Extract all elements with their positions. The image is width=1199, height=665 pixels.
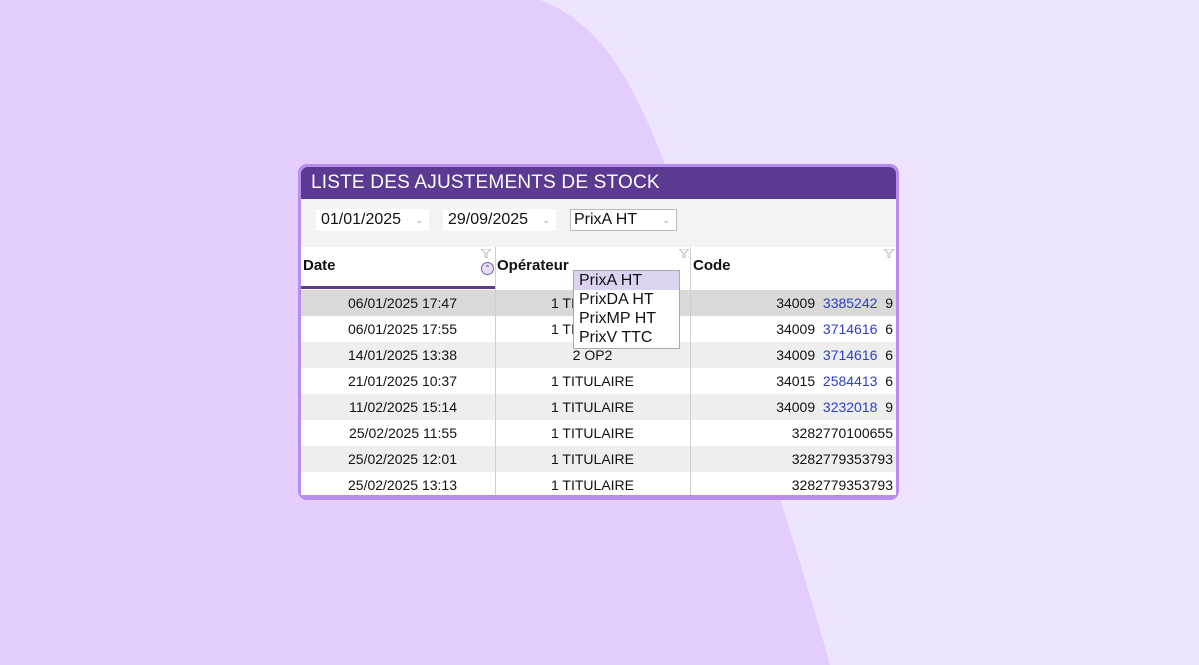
price-option-prixmp-ht[interactable]: PrixMP HT — [574, 309, 679, 328]
column-header-date-label: Date — [303, 257, 336, 274]
code-link[interactable]: 3385242 — [823, 295, 878, 311]
table-row[interactable]: 11/02/2025 15:14 1 TITULAIRE 34009 32320… — [301, 394, 896, 420]
cell-operator: 1 TITULAIRE — [551, 425, 634, 441]
cell-date: 25/02/2025 13:13 — [348, 477, 457, 493]
price-option-prixv-ttc[interactable]: PrixV TTC — [574, 328, 679, 347]
date-to-picker[interactable]: 29/09/2025 ⌄ — [443, 209, 556, 231]
cell-code: 34009 3385242 9 — [776, 295, 893, 311]
column-header-code[interactable]: Code — [691, 247, 896, 289]
table-row[interactable]: 21/01/2025 10:37 1 TITULAIRE 34015 25844… — [301, 368, 896, 394]
table-row[interactable]: 25/02/2025 11:55 1 TITULAIRE 32827701006… — [301, 420, 896, 446]
window-content: 01/01/2025 ⌄ 29/09/2025 ⌄ PrixA HT ⌄ Dat… — [301, 199, 896, 495]
column-divider — [495, 247, 496, 495]
price-type-value: PrixA HT — [574, 211, 638, 228]
price-option-prixda-ht[interactable]: PrixDA HT — [574, 290, 679, 309]
code-link[interactable]: 2584413 — [823, 373, 878, 389]
active-column-indicator — [301, 286, 495, 289]
column-header-code-label: Code — [693, 257, 731, 274]
column-divider — [690, 247, 691, 495]
cell-code: 3282779353793 — [791, 451, 893, 467]
chevron-down-icon: ⌄ — [415, 215, 423, 225]
code-link[interactable]: 3714616 — [823, 347, 878, 363]
price-type-select[interactable]: PrixA HT ⌄ — [570, 209, 677, 231]
cell-operator: 1 TITULAIRE — [551, 399, 634, 415]
filter-icon[interactable] — [884, 249, 894, 258]
cell-date: 21/01/2025 10:37 — [348, 373, 457, 389]
cell-date: 14/01/2025 13:38 — [348, 347, 457, 363]
price-type-dropdown: PrixA HT PrixDA HT PrixMP HT PrixV TTC — [573, 270, 680, 349]
cell-date: 11/02/2025 15:14 — [349, 399, 457, 415]
date-to-value: 29/09/2025 — [448, 211, 529, 228]
cell-operator: 1 TITULAIRE — [551, 477, 634, 493]
filter-icon[interactable] — [679, 249, 689, 258]
cell-date: 25/02/2025 11:55 — [349, 425, 457, 441]
date-from-picker[interactable]: 01/01/2025 ⌄ — [316, 209, 429, 231]
cell-code: 3282779353793 — [791, 477, 893, 493]
cell-operator: 1 TITULAIRE — [551, 373, 634, 389]
table-row[interactable]: 25/02/2025 12:01 1 TITULAIRE 32827793537… — [301, 446, 896, 472]
cell-code: 34015 2584413 6 — [776, 373, 893, 389]
chevron-down-icon: ⌄ — [662, 215, 670, 225]
column-header-operator-label: Opérateur — [497, 257, 569, 274]
chevron-down-icon: ⌄ — [542, 215, 550, 225]
cell-date: 06/01/2025 17:47 — [348, 295, 457, 311]
stock-adjustments-window: LISTE DES AJUSTEMENTS DE STOCK 01/01/202… — [298, 164, 899, 500]
cell-code: 3282770100655 — [791, 425, 893, 441]
price-option-prixa-ht[interactable]: PrixA HT — [574, 271, 679, 290]
cell-code: 34009 3714616 6 — [776, 321, 893, 337]
window-title: LISTE DES AJUSTEMENTS DE STOCK — [301, 167, 896, 199]
filter-icon[interactable] — [481, 249, 491, 258]
cell-code: 34009 3714616 6 — [776, 347, 893, 363]
cell-code: 34009 3232018 9 — [776, 399, 893, 415]
date-from-value: 01/01/2025 — [321, 211, 402, 228]
code-link[interactable]: 3232018 — [823, 399, 878, 415]
cell-date: 06/01/2025 17:55 — [348, 321, 457, 337]
cell-date: 25/02/2025 12:01 — [348, 451, 457, 467]
code-link[interactable]: 3714616 — [823, 321, 878, 337]
sort-ascending-icon[interactable]: ⌃ — [481, 262, 494, 275]
table-row[interactable]: 25/02/2025 13:13 1 TITULAIRE 32827793537… — [301, 472, 896, 495]
column-header-date[interactable]: Date — [301, 247, 495, 289]
cell-operator: 1 TITULAIRE — [551, 451, 634, 467]
